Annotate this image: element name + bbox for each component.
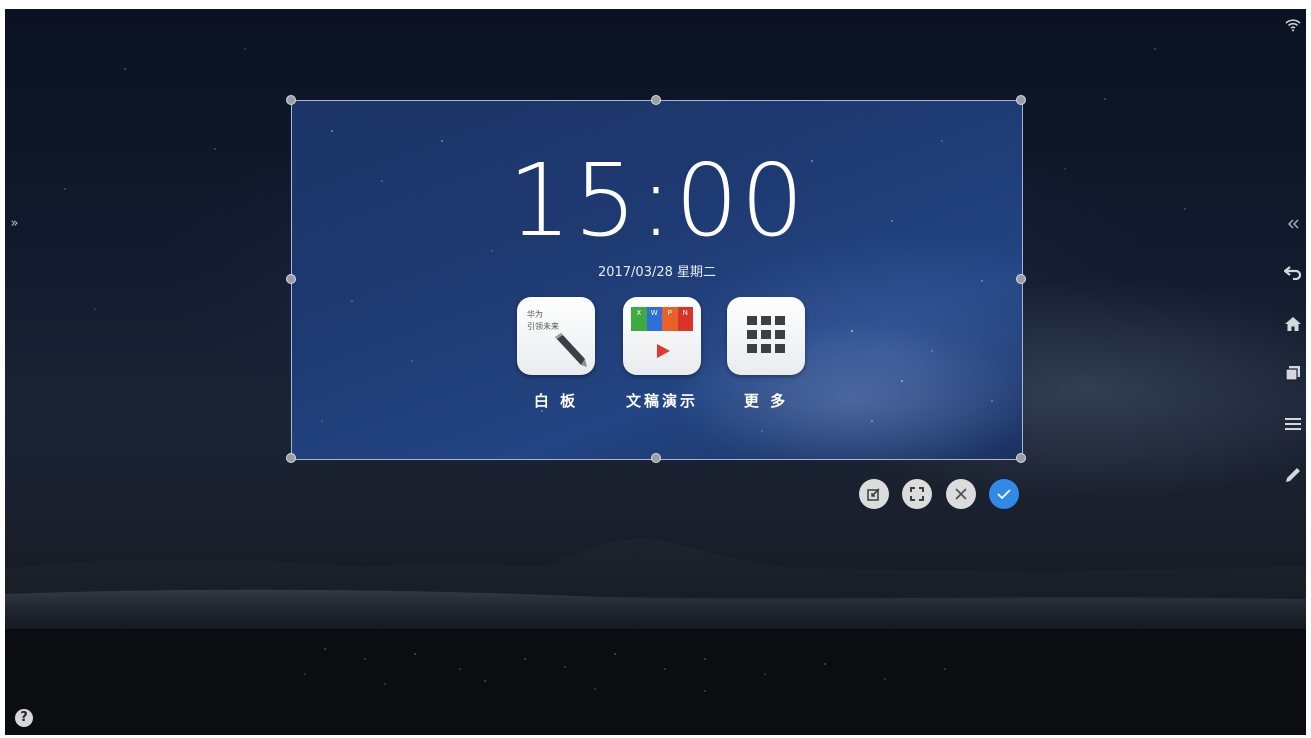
- menu-icon[interactable]: [1283, 414, 1303, 434]
- pen-icon[interactable]: [1283, 465, 1303, 485]
- left-expand-toggle[interactable]: »: [5, 214, 21, 234]
- clock-date: 2017/03/28 星期二: [597, 265, 717, 280]
- right-toolbar: [1280, 9, 1306, 735]
- resize-handle-bottom-left[interactable]: [286, 453, 296, 463]
- fullscreen-crop-button[interactable]: [902, 479, 932, 509]
- app-grid-icon: [727, 297, 805, 375]
- word-tile: W: [646, 307, 662, 331]
- resize-handle-bottom[interactable]: [651, 453, 661, 463]
- resize-handle-top-left[interactable]: [286, 95, 296, 105]
- fullscreen-icon: [910, 487, 924, 501]
- whiteboard-icon: 华为 引领未来: [517, 297, 595, 375]
- back-icon[interactable]: [1283, 263, 1303, 283]
- edit-crop-button[interactable]: [859, 479, 889, 509]
- mountain-landscape: [5, 538, 1306, 735]
- resize-handle-top-right[interactable]: [1016, 95, 1026, 105]
- desktop-screen: » ? 15:00 2017/03/28 星期二 华为 引领未来 白 板 X W…: [5, 9, 1306, 735]
- edit-icon: [867, 488, 880, 501]
- cancel-crop-button[interactable]: [946, 479, 976, 509]
- play-icon: [657, 344, 670, 358]
- presentation-icon: X W P N: [623, 297, 701, 375]
- check-icon: [997, 489, 1011, 500]
- wifi-icon: [1283, 15, 1303, 35]
- resize-handle-top[interactable]: [651, 95, 661, 105]
- close-icon: [955, 488, 967, 500]
- excel-tile: X: [631, 307, 647, 331]
- help-icon[interactable]: ?: [15, 709, 33, 727]
- resize-handle-bottom-right[interactable]: [1016, 453, 1026, 463]
- collapse-icon[interactable]: [1283, 214, 1303, 234]
- app-label: 更 多: [743, 392, 789, 410]
- resize-handle-left[interactable]: [286, 274, 296, 284]
- screenshot-selection-frame[interactable]: 15:00 2017/03/28 星期二 华为 引领未来 白 板 X W P N…: [286, 95, 1026, 463]
- stylus-icon: [555, 333, 587, 367]
- app-label: 文稿演示: [625, 392, 698, 410]
- note-tile: N: [677, 307, 693, 331]
- confirm-crop-button[interactable]: [989, 479, 1019, 509]
- whiteboard-text-line1: 华为: [527, 310, 543, 319]
- home-icon[interactable]: [1283, 314, 1303, 334]
- ppt-tile: P: [662, 307, 678, 331]
- app-more[interactable]: 更 多: [726, 297, 806, 411]
- app-label: 白 板: [533, 392, 579, 410]
- app-presentation[interactable]: X W P N 文稿演示: [622, 297, 702, 411]
- windows-icon[interactable]: [1283, 363, 1303, 383]
- app-whiteboard[interactable]: 华为 引领未来 白 板: [516, 297, 596, 411]
- resize-handle-right[interactable]: [1016, 274, 1026, 284]
- clock-time: 15:00: [507, 142, 807, 259]
